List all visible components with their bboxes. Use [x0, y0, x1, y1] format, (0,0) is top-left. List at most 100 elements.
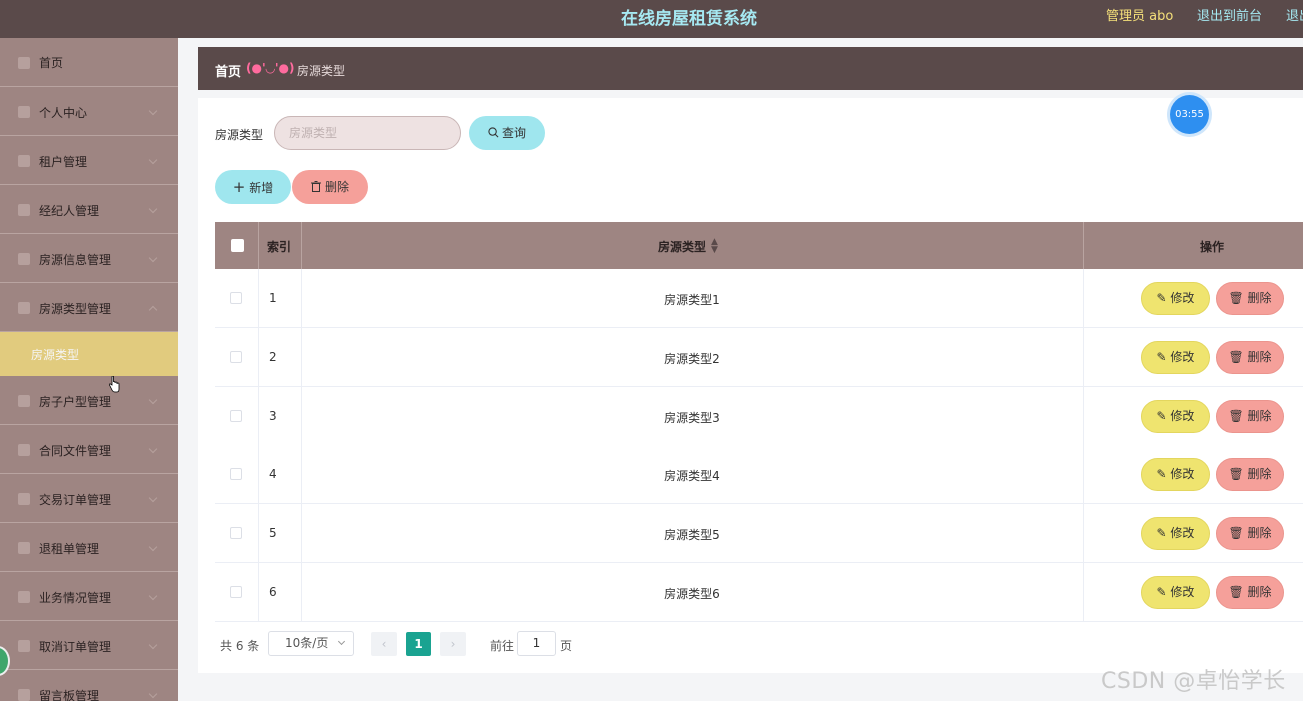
sidebar-item-refund[interactable]: 退租单管理 [0, 523, 178, 572]
message-icon [18, 689, 30, 701]
edit-icon: ✎ [1156, 467, 1171, 481]
table-row: 3 房源类型3 ✎ 修改 🗑 删除 [215, 387, 1303, 446]
sidebar-item-tenant[interactable]: 租户管理 [0, 136, 178, 185]
sidebar-item-order[interactable]: 交易订单管理 [0, 474, 178, 523]
sidebar-item-business[interactable]: 业务情况管理 [0, 572, 178, 621]
business-icon [18, 591, 30, 603]
sidebar-item-label: 首页 [39, 56, 64, 70]
sidebar-item-contract[interactable]: 合同文件管理 [0, 425, 178, 474]
trash-icon: 🗑 [1228, 467, 1248, 481]
cell-divider [258, 504, 259, 563]
edit-label: 修改 [1170, 585, 1195, 599]
search-input[interactable]: 房源类型 [274, 116, 461, 150]
row-checkbox[interactable] [230, 468, 242, 480]
home-icon [18, 57, 30, 69]
sidebar-item-profile[interactable]: 个人中心 [0, 87, 178, 136]
admin-user[interactable]: 管理员 abo [1106, 5, 1173, 24]
sidebar-item-cancel-order[interactable]: 取消订单管理 [0, 621, 178, 670]
add-button[interactable]: + 新增 [215, 170, 291, 204]
row-house-type: 房源类型2 [664, 352, 720, 366]
sort-caret-icon[interactable]: ▲ ▼ [711, 238, 718, 255]
row-checkbox[interactable] [230, 527, 242, 539]
edit-label: 修改 [1170, 291, 1195, 305]
search-label: 房源类型 [215, 128, 264, 142]
cell-divider [258, 269, 259, 328]
edit-button[interactable]: ✎ 修改 [1141, 517, 1210, 550]
column-house-type[interactable]: 房源类型 [658, 238, 706, 255]
chevron-right-icon: › [450, 637, 456, 651]
row-checkbox[interactable] [230, 586, 242, 598]
trash-icon: 🗑 [1228, 291, 1248, 305]
sidebar-item-house-type[interactable]: 房源类型管理 [0, 283, 178, 332]
select-all-checkbox[interactable] [231, 239, 244, 252]
current-page-button[interactable]: 1 [406, 632, 431, 656]
order-icon [18, 493, 30, 505]
table-row: 5 房源类型5 ✎ 修改 🗑 删除 [215, 504, 1303, 563]
row-index: 1 [269, 291, 277, 305]
sidebar-item-label: 退租单管理 [39, 542, 100, 556]
sidebar-item-label: 个人中心 [39, 106, 88, 120]
row-checkbox[interactable] [230, 351, 242, 363]
query-button[interactable]: 查询 [469, 116, 545, 150]
edit-button[interactable]: ✎ 修改 [1141, 458, 1210, 491]
row-checkbox[interactable] [230, 410, 242, 422]
prev-page-button[interactable]: ‹ [371, 632, 397, 656]
page-size-select[interactable]: 10条/页 [268, 631, 354, 656]
delete-label: 删除 [1247, 585, 1272, 599]
delete-button[interactable]: 🗑 删除 [1216, 517, 1284, 550]
delete-label: 删除 [1247, 467, 1272, 481]
add-button-label: 新增 [249, 181, 274, 195]
row-checkbox[interactable] [230, 292, 242, 304]
sidebar-item-agent[interactable]: 经纪人管理 [0, 185, 178, 234]
trash-icon [310, 181, 321, 192]
contract-icon [18, 444, 30, 456]
sidebar-item-label: 取消订单管理 [39, 640, 112, 654]
delete-button[interactable]: 🗑 删除 [1216, 458, 1284, 491]
chevron-down-icon [148, 395, 158, 405]
column-index: 索引 [267, 240, 292, 254]
next-page-button[interactable]: › [440, 632, 466, 656]
chevron-down-icon [148, 444, 158, 454]
row-index: 5 [269, 526, 277, 540]
delete-label: 删除 [1247, 409, 1272, 423]
sidebar-item-message[interactable]: 留言板管理 [0, 670, 178, 701]
sidebar-item-label: 房子户型管理 [39, 395, 112, 409]
edit-button[interactable]: ✎ 修改 [1141, 400, 1210, 433]
delete-button[interactable]: 🗑 删除 [1216, 341, 1284, 374]
breadcrumb-emoticon: (●'◡'●) [246, 61, 295, 75]
cancel-order-icon [18, 640, 30, 652]
edit-button[interactable]: ✎ 修改 [1141, 282, 1210, 315]
batch-delete-button[interactable]: 删除 [292, 170, 368, 204]
breadcrumb-home[interactable]: 首页 [215, 61, 241, 80]
delete-button[interactable]: 🗑 删除 [1216, 576, 1284, 609]
cell-divider [258, 328, 259, 387]
house-type-icon [18, 302, 30, 314]
delete-button[interactable]: 🗑 删除 [1216, 400, 1284, 433]
sidebar-item-house-info[interactable]: 房源信息管理 [0, 234, 178, 283]
sidebar-item-home[interactable]: 首页 [0, 38, 178, 87]
row-index: 6 [269, 585, 277, 599]
sidebar-item-label: 经纪人管理 [39, 204, 100, 218]
timer-badge[interactable]: 03:55 [1170, 95, 1209, 134]
row-house-type: 房源类型4 [664, 469, 720, 483]
header-divider [301, 222, 302, 269]
edit-icon: ✎ [1156, 291, 1171, 305]
sidebar-item-layout[interactable]: 房子户型管理 [0, 376, 178, 425]
goto-page-input[interactable]: 1 [517, 631, 556, 656]
back-to-frontend-link[interactable]: 退出到前台 [1197, 5, 1262, 24]
cell-divider [1083, 563, 1084, 622]
row-index: 2 [269, 350, 277, 364]
logout-link[interactable]: 退出 [1286, 5, 1303, 24]
edit-button[interactable]: ✎ 修改 [1141, 341, 1210, 374]
chevron-down-icon [148, 204, 158, 214]
table-row: 1 房源类型1 ✎ 修改 🗑 删除 [215, 269, 1303, 328]
edit-button[interactable]: ✎ 修改 [1141, 576, 1210, 609]
top-bar: 在线房屋租赁系统 管理员 abo 退出到前台 退出 [0, 0, 1303, 38]
table-row: 4 房源类型4 ✎ 修改 🗑 删除 [215, 445, 1303, 504]
row-house-type: 房源类型1 [664, 293, 720, 307]
delete-button[interactable]: 🗑 删除 [1216, 282, 1284, 315]
chevron-down-icon [148, 155, 158, 165]
chevron-down-icon [148, 591, 158, 601]
sidebar-subitem-house-type[interactable]: 房源类型 [0, 332, 178, 376]
edit-label: 修改 [1170, 467, 1195, 481]
